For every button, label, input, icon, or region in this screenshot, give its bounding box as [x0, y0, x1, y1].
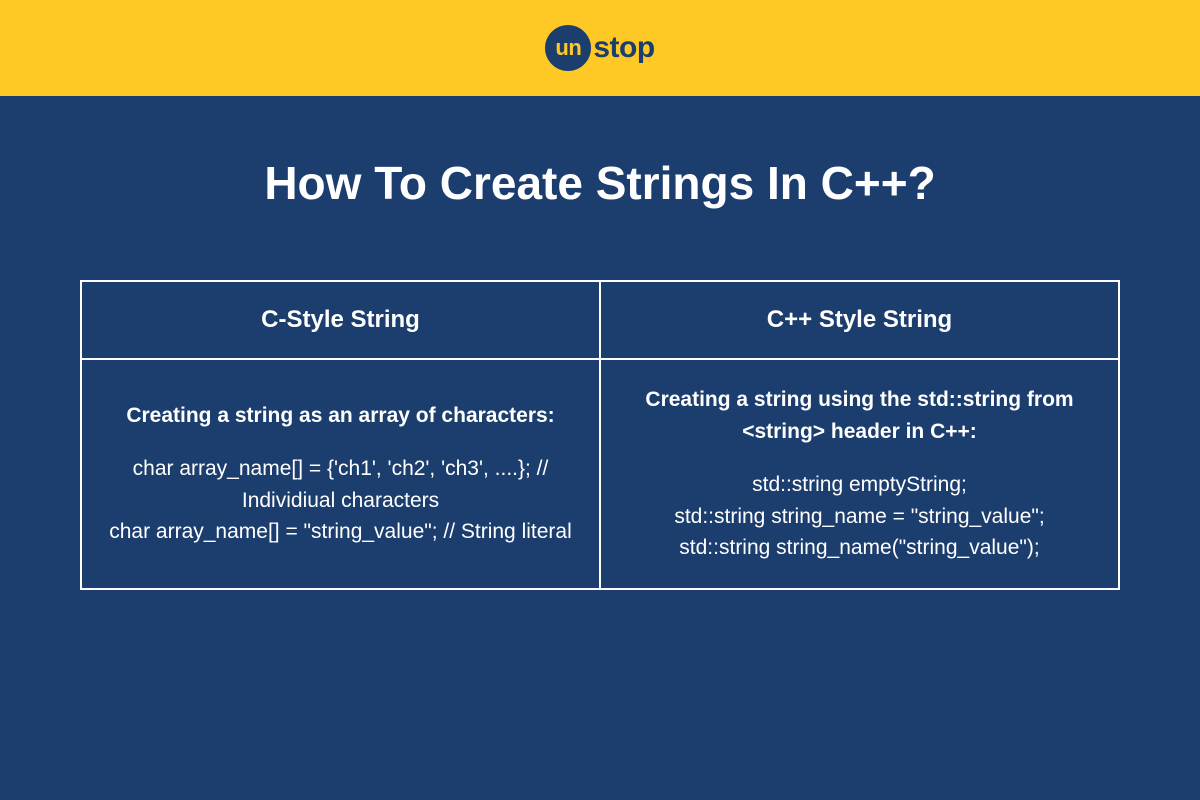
comparison-table: C-Style String C++ Style String Creating…: [80, 280, 1120, 590]
table-header-row: C-Style String C++ Style String: [81, 281, 1119, 359]
logo-circle-icon: un: [545, 25, 591, 71]
cell-c-style: Creating a string as an array of charact…: [81, 359, 600, 589]
logo: un stop: [545, 25, 654, 71]
logo-circle-text: un: [555, 35, 581, 61]
cell-cpp-style: Creating a string using the std::string …: [600, 359, 1119, 589]
content-area: How To Create Strings In C++? C-Style St…: [0, 96, 1200, 800]
cpp-style-line1: std::string emptyString;: [621, 469, 1098, 501]
c-style-heading: Creating a string as an array of charact…: [102, 400, 579, 432]
cpp-style-heading: Creating a string using the std::string …: [621, 384, 1098, 447]
c-style-line2: char array_name[] = "string_value"; // S…: [102, 516, 579, 548]
page-title: How To Create Strings In C++?: [264, 156, 935, 210]
cpp-style-line3: std::string string_name("string_value");: [621, 532, 1098, 564]
cpp-style-line2: std::string string_name = "string_value"…: [621, 501, 1098, 533]
logo-text: stop: [593, 31, 654, 65]
c-style-line1: char array_name[] = {'ch1', 'ch2', 'ch3'…: [102, 453, 579, 516]
header-bar: un stop: [0, 0, 1200, 96]
header-cpp-style: C++ Style String: [600, 281, 1119, 359]
table-body-row: Creating a string as an array of charact…: [81, 359, 1119, 589]
header-c-style: C-Style String: [81, 281, 600, 359]
